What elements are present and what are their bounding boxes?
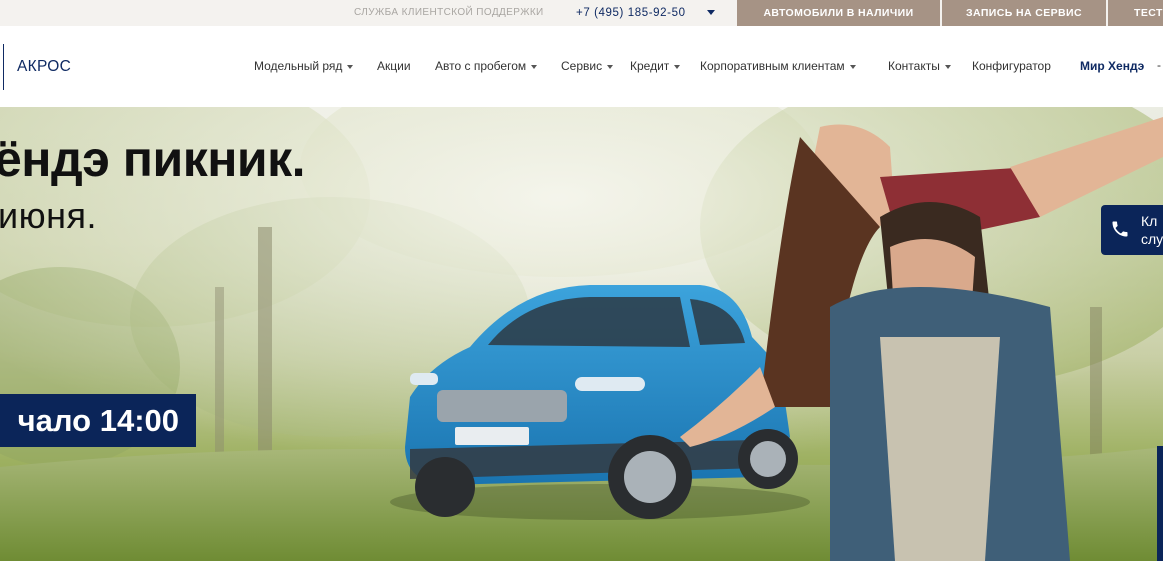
nav-item-hyundai-world[interactable]: Мир Хендэ <box>1080 59 1144 73</box>
test-drive-button[interactable]: ТЕСТ <box>1108 0 1163 26</box>
nav-item-label: Авто с пробегом <box>435 59 527 73</box>
nav-overflow[interactable]: - <box>1157 58 1161 72</box>
nav-item-service[interactable]: Сервис <box>561 59 614 73</box>
callback-widget[interactable]: Кл слу <box>1101 205 1163 255</box>
main-navbar: АКРОС Модельный ряд Акции Авто с пробего… <box>0 26 1163 107</box>
caret-down-icon <box>849 64 856 69</box>
callback-widget-text: Кл слу <box>1141 212 1163 248</box>
hero-banner[interactable]: ёндэ пикник. июня. чало 14:00 Кл слу <box>0 107 1163 561</box>
nav-item-models[interactable]: Модельный ряд <box>254 59 354 73</box>
nav-item-label: Акции <box>377 59 411 73</box>
nav-item-corporate[interactable]: Корпоративным клиентам <box>700 59 856 73</box>
phone-number-link[interactable]: +7 (495) 185-92-50 <box>576 0 686 26</box>
hero-start-time: чало 14:00 <box>0 394 196 447</box>
phone-icon <box>1112 221 1128 237</box>
nav-item-label: Мир Хендэ <box>1080 59 1145 73</box>
nav-item-credit[interactable]: Кредит <box>630 59 681 73</box>
nav-item-contacts[interactable]: Контакты <box>888 59 951 73</box>
dealer-logo[interactable]: АКРОС <box>17 58 71 76</box>
hero-date: июня. <box>0 195 97 236</box>
nav-item-label: Корпоративным клиентам <box>700 59 845 73</box>
nav-item-configurator[interactable]: Конфигуратор <box>972 59 1051 73</box>
callback-text-line: слу <box>1141 231 1163 247</box>
top-utility-bar: СЛУЖБА КЛИЕНТСКОЙ ПОДДЕРЖКИ +7 (495) 185… <box>0 0 1163 26</box>
caret-down-icon <box>347 64 354 69</box>
hero-title: ёндэ пикник. <box>0 131 306 187</box>
caret-down-icon <box>531 64 538 69</box>
callback-text-line: Кл <box>1141 213 1158 229</box>
chevron-down-icon[interactable] <box>707 10 715 15</box>
nav-item-label: Кредит <box>630 59 670 73</box>
logo-divider <box>3 44 4 90</box>
nav-item-label: Конфигуратор <box>972 59 1051 73</box>
nav-item-label: Модельный ряд <box>254 59 343 73</box>
service-booking-button[interactable]: ЗАПИСЬ НА СЕРВИС <box>942 0 1106 26</box>
nav-item-label: Сервис <box>561 59 603 73</box>
nav-item-used-cars[interactable]: Авто с пробегом <box>435 59 538 73</box>
caret-down-icon <box>607 64 614 69</box>
cars-in-stock-button[interactable]: АВТОМОБИЛИ В НАЛИЧИИ <box>737 0 940 26</box>
caret-down-icon <box>944 64 951 69</box>
support-label: СЛУЖБА КЛИЕНТСКОЙ ПОДДЕРЖКИ <box>354 7 544 18</box>
nav-item-label: Контакты <box>888 59 940 73</box>
nav-item-promotions[interactable]: Акции <box>377 59 411 73</box>
caret-down-icon <box>674 64 681 69</box>
side-panel-edge[interactable] <box>1157 446 1163 561</box>
